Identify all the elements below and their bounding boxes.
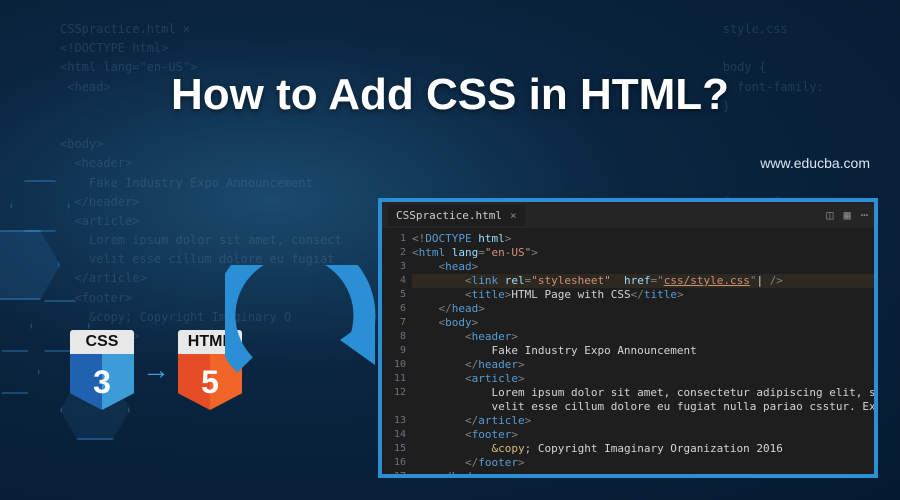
curved-arrow-icon — [225, 265, 395, 445]
line-gutter: 123456789101112 131415161718 — [382, 228, 412, 474]
split-icon[interactable]: ◫ — [826, 208, 833, 222]
css3-logo: CSS 3 — [70, 330, 134, 410]
tech-logos: CSS 3 → HTML 5 — [70, 330, 242, 410]
website-url: www.educba.com — [760, 155, 870, 171]
close-icon[interactable]: × — [510, 209, 517, 222]
layout-icon[interactable]: ▦ — [844, 208, 851, 222]
css-version: 3 — [70, 354, 134, 410]
code-area[interactable]: <!DOCTYPE html><html lang="en-US"> <head… — [412, 228, 874, 474]
code-editor-panel: CSSpractice.html × ◫ ▦ ⋯ 123456789101112… — [378, 198, 878, 478]
hexagon-decoration — [0, 230, 60, 300]
tab-filename: CSSpractice.html — [396, 209, 502, 222]
page-title: How to Add CSS in HTML? — [0, 70, 900, 120]
css-label: CSS — [70, 330, 134, 354]
more-icon[interactable]: ⋯ — [861, 208, 868, 222]
editor-tabbar: CSSpractice.html × ◫ ▦ ⋯ — [382, 202, 874, 228]
editor-body: 123456789101112 131415161718 <!DOCTYPE h… — [382, 228, 874, 474]
arrow-right-icon: → — [142, 354, 170, 386]
hexagon-decoration — [0, 350, 40, 394]
editor-tab[interactable]: CSSpractice.html × — [388, 205, 525, 226]
